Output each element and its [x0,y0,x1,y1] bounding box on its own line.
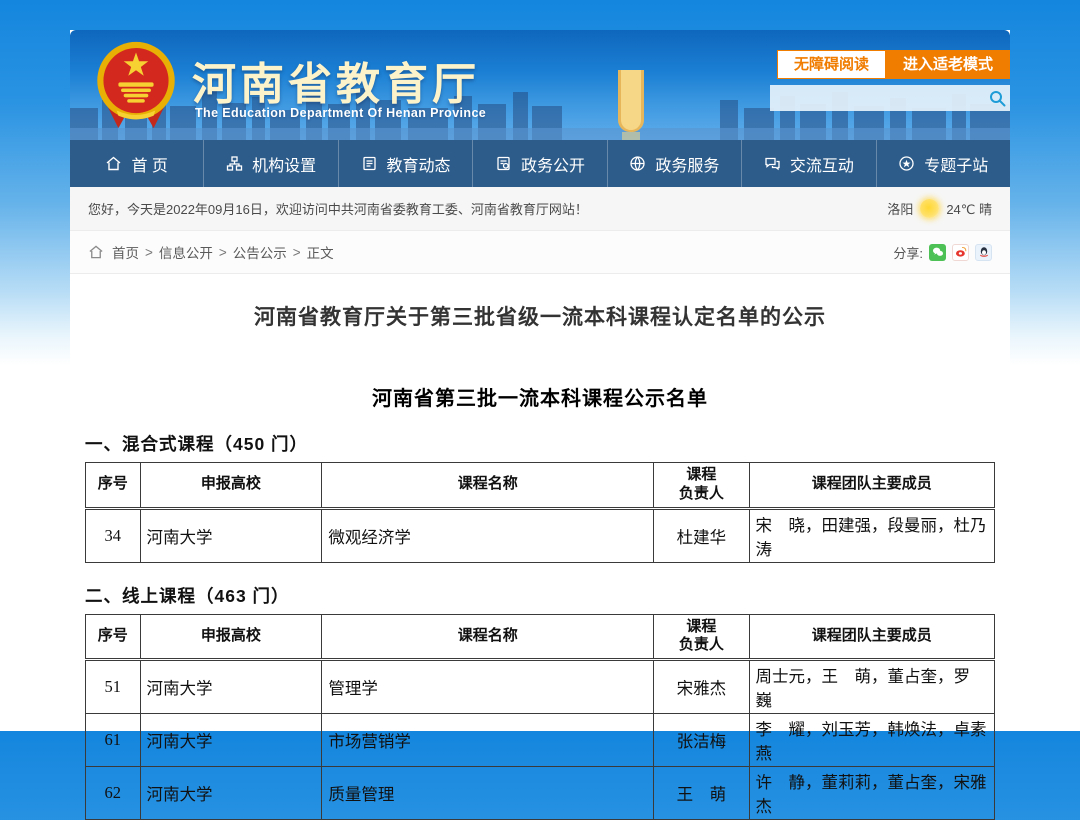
home-icon [105,155,122,172]
col-header-course: 课程名称 [322,463,654,509]
weather-text: 24℃ 晴 [946,199,992,218]
nav-item-subsite[interactable]: 专题子站 [877,140,1010,187]
share-label: 分享: [893,243,923,262]
interact-icon [764,155,781,172]
nav-label: 政务服务 [655,152,719,176]
col-header-leader: 课程 负责人 [654,614,749,660]
greeting-text: 您好，今天是2022年09月16日，欢迎访问中共河南省委教育工委、河南省教育厅网… [88,199,588,218]
search-bar [770,85,1010,111]
table-row: 61 河南大学 市场营销学 张洁梅 李 耀，刘玉芳，韩焕法，卓素燕 [86,714,995,767]
cell-team: 宋 晓，田建强，段曼丽，杜乃涛 [749,508,994,562]
nav-item-news[interactable]: 教育动态 [339,140,473,187]
nav-item-interact[interactable]: 交流互动 [742,140,876,187]
table-header-row: 序号 申报高校 课程名称 课程 负责人 课程团队主要成员 [86,614,995,660]
qq-share-icon[interactable] [975,244,992,261]
section-heading-online: 二、线上课程（463 门） [85,583,1010,608]
national-emblem-logo [92,38,180,132]
page-card: 河南省教育厅 The Education Department Of Henan… [70,30,1010,731]
cell-no: 62 [86,767,141,820]
elder-mode-button[interactable]: 进入适老模式 [886,50,1010,79]
col-header-course: 课程名称 [322,614,654,660]
breadcrumb-item-info[interactable]: 信息公开 [159,242,213,262]
cell-team: 许 静，董莉莉，董占奎，宋雅杰 [749,767,994,820]
sun-icon [920,199,939,218]
col-header-team: 课程团队主要成员 [749,614,994,660]
col-header-school: 申报高校 [140,614,322,660]
nav-label: 教育动态 [387,152,451,176]
article-title: 河南省教育厅关于第三批省级一流本科课程认定名单的公示 [70,301,1010,331]
cell-leader: 王 萌 [654,767,749,820]
cell-school: 河南大学 [140,767,322,820]
breadcrumb-item-notice[interactable]: 公告公示 [233,242,287,262]
col-header-team: 课程团队主要成员 [749,463,994,509]
subsite-icon [898,155,915,172]
cell-school: 河南大学 [140,660,322,714]
nav-item-org[interactable]: 机构设置 [204,140,338,187]
nav-label: 交流互动 [790,152,854,176]
col-header-no: 序号 [86,614,141,660]
site-banner: 河南省教育厅 The Education Department Of Henan… [70,30,1010,140]
breadcrumb-separator: > [145,245,153,260]
search-icon[interactable] [984,90,1010,107]
wechat-share-icon[interactable] [929,244,946,261]
cell-no: 61 [86,714,141,767]
breadcrumb-separator: > [293,245,301,260]
breadcrumb-separator: > [219,245,227,260]
org-icon [226,155,243,172]
main-nav: 首 页 机构设置 教育动态 政务公开 政务服务 交流互动 专题子站 [70,140,1010,187]
col-header-school: 申报高校 [140,463,322,509]
cell-course: 微观经济学 [322,508,654,562]
cell-no: 51 [86,660,141,714]
breadcrumb-item-current: 正文 [307,242,334,262]
accessibility-reading-button[interactable]: 无障碍阅读 [777,50,886,79]
gov-open-icon [495,155,512,172]
site-name-english: The Education Department Of Henan Provin… [195,106,486,120]
news-icon [361,155,378,172]
table-row: 34 河南大学 微观经济学 杜建华 宋 晓，田建强，段曼丽，杜乃涛 [86,508,995,562]
cell-leader: 杜建华 [654,508,749,562]
cell-no: 34 [86,508,141,562]
home-icon [88,244,104,260]
table-row: 62 河南大学 质量管理 王 萌 许 静，董莉莉，董占奎，宋雅杰 [86,767,995,820]
breadcrumb: 首页 > 信息公开 > 公告公示 > 正文 分享: [70,231,1010,274]
online-course-table: 序号 申报高校 课程名称 课程 负责人 课程团队主要成员 51 河南大学 管理学… [85,614,995,820]
site-name: 河南省教育厅 [192,48,480,112]
col-header-leader: 课程 负责人 [654,463,749,509]
breadcrumb-item-home[interactable]: 首页 [112,242,139,262]
col-header-no: 序号 [86,463,141,509]
cell-team: 李 耀，刘玉芳，韩焕法，卓素燕 [749,714,994,767]
nav-item-gov-open[interactable]: 政务公开 [473,140,607,187]
weibo-share-icon[interactable] [952,244,969,261]
cell-course: 管理学 [322,660,654,714]
cell-team: 周士元，王 萌，董占奎，罗 巍 [749,660,994,714]
nav-label: 机构设置 [252,152,316,176]
cell-course: 质量管理 [322,767,654,820]
weather-city: 洛阳 [887,199,913,218]
status-bar: 您好，今天是2022年09月16日，欢迎访问中共河南省委教育工委、河南省教育厅网… [70,187,1010,231]
section-heading-blended: 一、混合式课程（450 门） [85,431,1010,456]
gov-service-icon [629,155,646,172]
table-row: 51 河南大学 管理学 宋雅杰 周士元，王 萌，董占奎，罗 巍 [86,660,995,714]
nav-item-home[interactable]: 首 页 [70,140,204,187]
nav-label: 专题子站 [924,152,988,176]
blended-course-table: 序号 申报高校 课程名称 课程 负责人 课程团队主要成员 34 河南大学 微观经… [85,462,995,563]
cell-leader: 宋雅杰 [654,660,749,714]
nav-item-gov-service[interactable]: 政务服务 [608,140,742,187]
cell-course: 市场营销学 [322,714,654,767]
search-input[interactable] [770,87,984,109]
table-header-row: 序号 申报高校 课程名称 课程 负责人 课程团队主要成员 [86,463,995,509]
cell-school: 河南大学 [140,508,322,562]
nav-label: 首 页 [131,152,167,176]
cell-school: 河南大学 [140,714,322,767]
cell-leader: 张洁梅 [654,714,749,767]
course-list-title: 河南省第三批一流本科课程公示名单 [70,382,1010,411]
nav-label: 政务公开 [521,152,585,176]
